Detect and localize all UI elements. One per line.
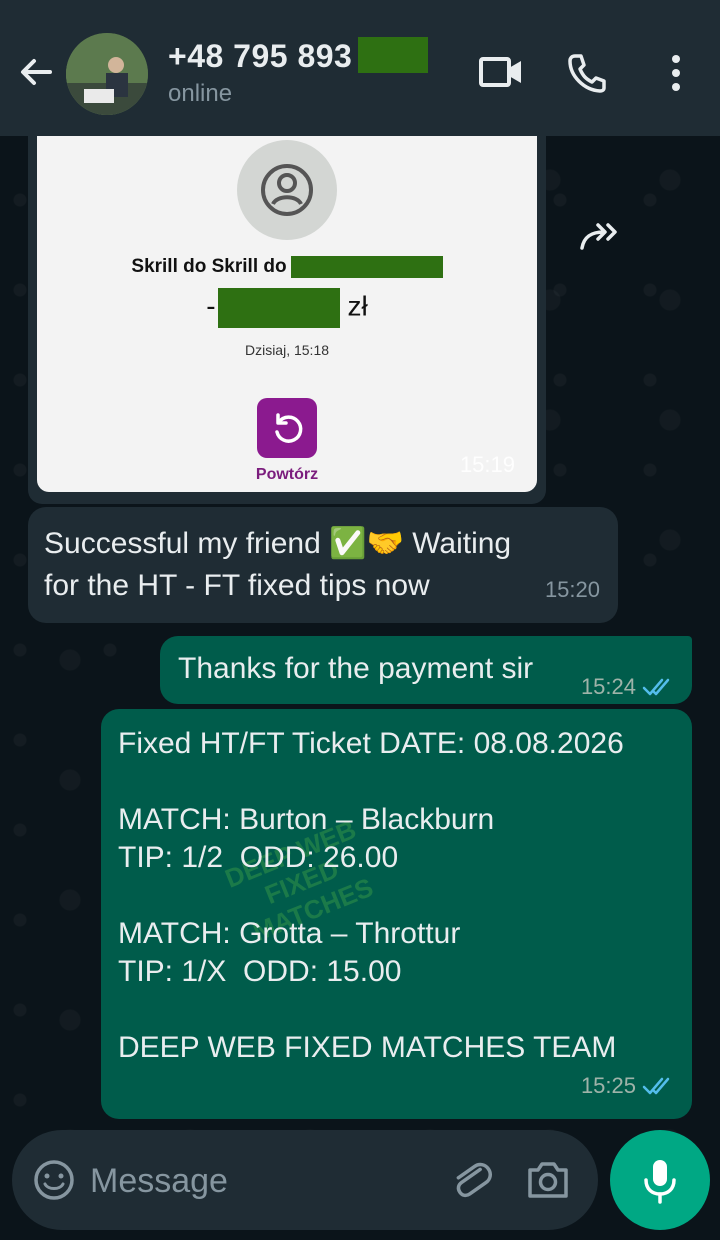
transfer-date: Dzisiaj, 15:18 bbox=[244, 342, 330, 358]
person-icon bbox=[261, 164, 313, 216]
contact-status: online bbox=[168, 80, 233, 107]
match-line: MATCH: Burton – Blackburn bbox=[118, 803, 495, 836]
redaction-block bbox=[290, 256, 443, 278]
incoming-message[interactable]: Successful my friend ✅🤝 Waiting for the … bbox=[28, 507, 618, 623]
image-message-bubble[interactable]: Skrill do Skrill do - zł Dzisiaj, 15:18 P… bbox=[28, 128, 546, 504]
transfer-amount: - zł bbox=[37, 288, 537, 328]
message-meta: 15:24 bbox=[581, 666, 676, 708]
read-ticks-icon bbox=[642, 1077, 670, 1095]
message-time: 15:19 bbox=[459, 452, 515, 477]
message-time: 15:20 bbox=[544, 577, 600, 602]
back-arrow-icon[interactable] bbox=[16, 52, 56, 92]
message-time: 15:25 bbox=[580, 1073, 636, 1098]
currency-label: zł bbox=[347, 290, 368, 322]
message-composer bbox=[12, 1130, 598, 1230]
ticket-title: Fixed HT/FT Ticket DATE: 08.08.2026 bbox=[118, 727, 624, 760]
transfer-text: Skrill do Skrill do bbox=[131, 256, 287, 278]
message-input[interactable] bbox=[88, 1158, 392, 1204]
transfer-line: Skrill do Skrill do bbox=[37, 256, 537, 278]
contact-number: +48 795 893 bbox=[168, 38, 353, 74]
team-line: DEEP WEB FIXED MATCHES TEAM bbox=[118, 1031, 617, 1064]
mic-icon bbox=[644, 1160, 676, 1204]
message-text: Successful my friend ✅🤝 Waiting for the … bbox=[44, 523, 584, 607]
repeat-icon bbox=[275, 413, 303, 443]
message-text-part: Successful my friend bbox=[44, 527, 321, 560]
recipient-avatar bbox=[237, 140, 337, 240]
attach-icon[interactable] bbox=[448, 1158, 494, 1204]
contact-avatar[interactable] bbox=[66, 33, 148, 115]
payment-screenshot[interactable]: Skrill do Skrill do - zł Dzisiaj, 15:18 P… bbox=[37, 128, 537, 492]
outgoing-message[interactable]: Thanks for the payment sir 15:24 bbox=[160, 636, 692, 704]
message-time: 15:24 bbox=[580, 674, 636, 699]
read-ticks-icon bbox=[642, 678, 670, 696]
voice-message-button[interactable] bbox=[610, 1130, 710, 1230]
redaction-block bbox=[358, 36, 429, 73]
chat-header: +48 795 893 online bbox=[0, 0, 720, 136]
tip-line: TIP: 1/X ODD: 15.00 bbox=[118, 955, 402, 988]
forward-icon[interactable] bbox=[578, 220, 622, 256]
message-text: Thanks for the payment sir bbox=[178, 652, 534, 685]
amount-prefix: - bbox=[206, 290, 216, 322]
handshake-emoji: 🤝 bbox=[366, 527, 404, 560]
camera-icon[interactable] bbox=[524, 1158, 572, 1202]
repeat-button bbox=[257, 398, 317, 458]
message-text-part: Waiting bbox=[412, 527, 512, 560]
outgoing-message[interactable]: DEEP WEB FIXED MATCHES Fixed HT/FT Ticke… bbox=[101, 709, 692, 1119]
message-meta: 15:25 bbox=[581, 1065, 676, 1107]
more-vert-icon[interactable] bbox=[666, 54, 686, 92]
check-emoji: ✅ bbox=[329, 527, 367, 560]
phone-icon[interactable] bbox=[566, 52, 608, 94]
video-call-icon[interactable] bbox=[478, 54, 524, 90]
emoji-icon[interactable] bbox=[32, 1158, 76, 1202]
tip-line: TIP: 1/2 ODD: 26.00 bbox=[118, 841, 399, 874]
contact-title[interactable]: +48 795 893 bbox=[168, 36, 429, 77]
message-text-part: for the HT - FT fixed tips now bbox=[44, 569, 430, 602]
redaction-block bbox=[217, 288, 340, 328]
match-line: MATCH: Grotta – Throttur bbox=[118, 917, 461, 950]
